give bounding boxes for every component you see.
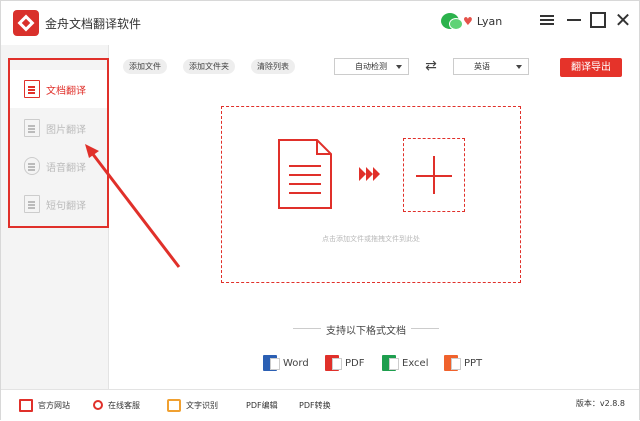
triple-arrow-icon bbox=[359, 167, 380, 181]
annotation-highlight-box bbox=[8, 58, 109, 228]
menu-icon[interactable] bbox=[537, 10, 557, 30]
version-label: 版本：v2.8.8 bbox=[575, 399, 625, 408]
user-account[interactable]: ♥ Lyan bbox=[441, 11, 502, 31]
excel-icon bbox=[382, 355, 399, 371]
format-word: Word bbox=[263, 354, 309, 372]
footer-label: 官方网站 bbox=[38, 400, 70, 410]
online-service-link[interactable]: 在线客服 bbox=[93, 398, 140, 412]
footer-label: PDF编辑 bbox=[246, 400, 278, 410]
format-label: PDF bbox=[345, 357, 365, 369]
close-icon[interactable]: ✕ bbox=[613, 10, 633, 30]
chevron-down-icon bbox=[396, 65, 402, 69]
minimize-icon[interactable] bbox=[564, 10, 584, 30]
footer-label: 文字识别 bbox=[186, 400, 218, 410]
source-language-value: 自动检测 bbox=[355, 62, 387, 71]
supported-formats-title: 支持以下格式文档 bbox=[291, 322, 441, 337]
official-site-link[interactable]: 官方网站 bbox=[19, 398, 70, 412]
add-file-plus-icon[interactable] bbox=[403, 138, 465, 212]
ppt-icon bbox=[444, 355, 461, 371]
format-label: Excel bbox=[402, 357, 429, 369]
footer-bar: 官方网站 在线客服 文字识别 PDF编辑 PDF转换 版本：v2.8.8 bbox=[1, 389, 639, 420]
footer-label: PDF转换 bbox=[299, 400, 331, 410]
clear-list-button[interactable]: 清除列表 bbox=[251, 59, 295, 74]
footer-label: 在线客服 bbox=[108, 400, 140, 410]
format-label: Word bbox=[283, 357, 309, 369]
format-pdf: PDF bbox=[325, 354, 364, 372]
app-window: 金舟文档翻译软件 ♥ Lyan ✕ 文档翻译 图片翻译 语音翻译 短句翻译 添加… bbox=[0, 0, 640, 420]
pdf-icon bbox=[325, 355, 342, 371]
word-icon bbox=[263, 355, 280, 371]
pdf-edit-link[interactable]: PDF编辑 bbox=[246, 398, 278, 412]
maximize-icon[interactable] bbox=[588, 10, 608, 30]
chevron-down-icon bbox=[516, 65, 522, 69]
add-folder-button[interactable]: 添加文件夹 bbox=[183, 59, 235, 74]
format-ppt: PPT bbox=[444, 354, 482, 372]
pdf-convert-link[interactable]: PDF转换 bbox=[299, 398, 331, 412]
format-label: PPT bbox=[464, 357, 483, 369]
format-excel: Excel bbox=[382, 354, 429, 372]
ocr-link[interactable]: 文字识别 bbox=[167, 398, 218, 412]
app-title: 金舟文档翻译软件 bbox=[45, 17, 142, 31]
heart-icon: ♥ bbox=[463, 14, 473, 28]
title-bar: 金舟文档翻译软件 ♥ Lyan ✕ bbox=[1, 1, 639, 45]
user-name: Lyan bbox=[476, 14, 503, 28]
target-language-value: 英语 bbox=[474, 62, 490, 71]
add-file-button[interactable]: 添加文件 bbox=[123, 59, 167, 74]
app-logo-icon bbox=[13, 10, 39, 36]
wechat-icon bbox=[441, 13, 463, 30]
person-icon bbox=[93, 400, 103, 410]
monitor-icon bbox=[19, 398, 33, 412]
file-document-icon bbox=[278, 139, 332, 209]
ocr-icon bbox=[167, 398, 181, 412]
target-language-select[interactable]: 英语 bbox=[453, 58, 529, 75]
drop-zone-hint: 点击添加文件或拖拽文件到此处 bbox=[322, 235, 420, 243]
translate-export-button[interactable]: 翻译导出 bbox=[560, 58, 622, 77]
source-language-select[interactable]: 自动检测 bbox=[334, 58, 409, 75]
swap-languages-icon[interactable]: ⇄ bbox=[421, 59, 441, 73]
file-drop-zone[interactable] bbox=[221, 106, 521, 283]
